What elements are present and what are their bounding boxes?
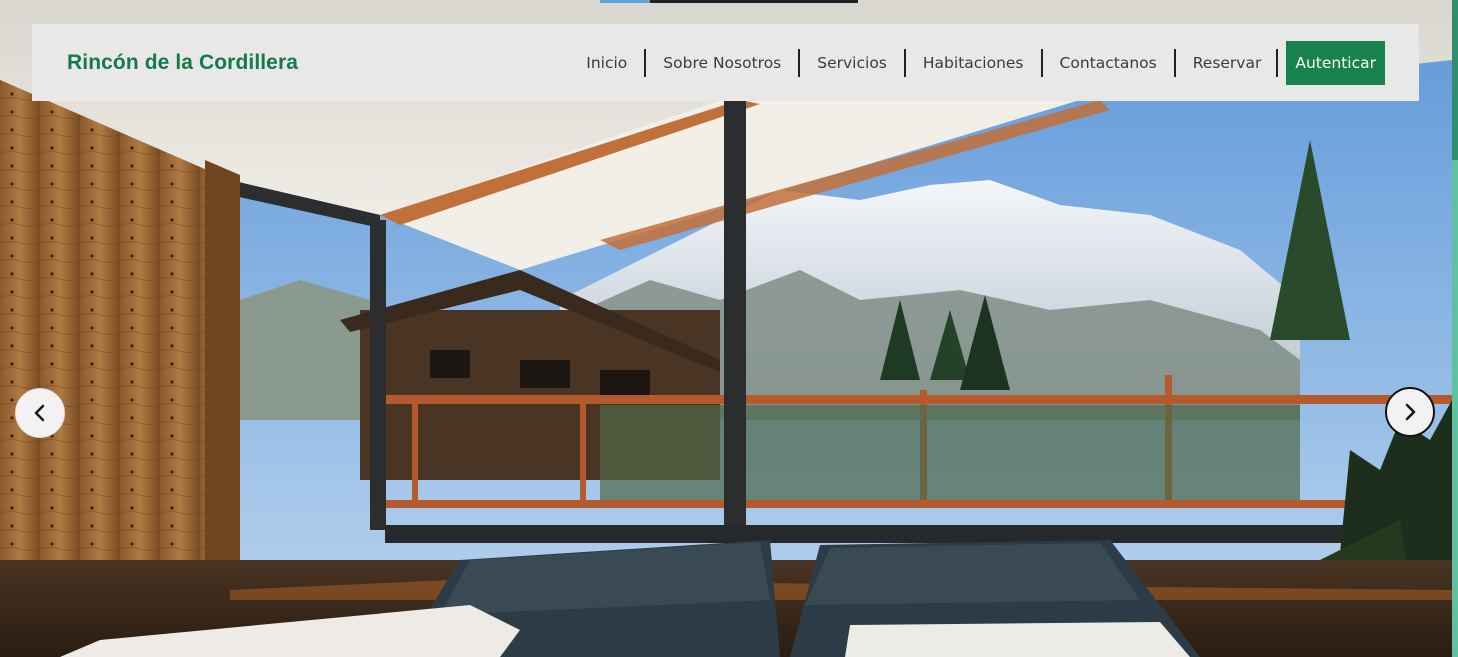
scrollbar-thumb[interactable] [1452,0,1458,160]
page: Rincón de la Cordillera Inicio Sobre Nos… [0,0,1458,657]
scrollbar-track[interactable] [1452,0,1458,657]
nav-link-sobre-nosotros[interactable]: Sobre Nosotros [644,48,798,77]
navbar: Rincón de la Cordillera Inicio Sobre Nos… [32,24,1419,101]
nav-link-servicios[interactable]: Servicios [798,48,904,77]
top-progress-accent [600,0,650,3]
nav-link-habitaciones[interactable]: Habitaciones [903,48,1041,77]
brand-logo-text[interactable]: Rincón de la Cordillera [67,51,298,75]
chevron-right-icon [1405,403,1416,421]
carousel-prev-button[interactable] [15,388,65,438]
nav-link-inicio[interactable]: Inicio [569,49,644,77]
top-progress-strip [600,0,858,3]
nav-link-reservar[interactable]: Reservar [1173,48,1279,77]
autenticar-button[interactable]: Autenticar [1276,40,1385,85]
carousel-next-button[interactable] [1385,387,1435,437]
nav-link-contactanos[interactable]: Contactanos [1040,48,1174,77]
nav-links: Inicio Sobre Nosotros Servicios Habitaci… [569,40,1385,85]
chevron-left-icon [34,404,45,422]
